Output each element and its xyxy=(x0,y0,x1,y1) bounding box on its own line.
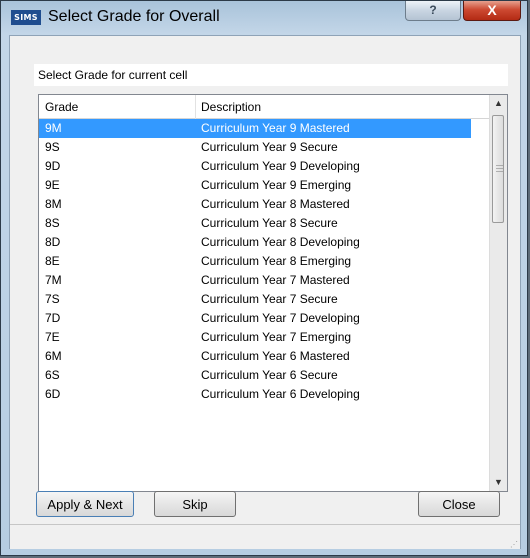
list-header: Grade Description xyxy=(39,95,489,119)
close-button[interactable]: Close xyxy=(418,491,500,517)
description-cell: Curriculum Year 8 Emerging xyxy=(201,254,352,268)
grade-cell: 8M xyxy=(45,197,62,211)
list-rows: 9M Curriculum Year 9 Mastered 9S Curriculum… xyxy=(39,119,489,491)
thumb-grip-icon: — — — xyxy=(496,162,503,175)
grade-cell: 8E xyxy=(45,254,60,268)
grade-cell: 7D xyxy=(45,311,61,325)
description-cell: Curriculum Year 9 Mastered xyxy=(201,121,350,135)
list-row[interactable]: 6D Curriculum Year 6 Developing xyxy=(39,385,489,404)
list-row[interactable]: 8D Curriculum Year 8 Developing xyxy=(39,233,489,252)
grade-cell: 8S xyxy=(45,216,60,230)
grade-cell: 9D xyxy=(45,159,61,173)
status-bar: ⋰ xyxy=(10,524,520,549)
description-cell: Curriculum Year 8 Secure xyxy=(201,216,338,230)
grade-cell: 9S xyxy=(45,140,60,154)
description-cell: Curriculum Year 6 Developing xyxy=(201,387,360,401)
column-header-grade[interactable]: Grade xyxy=(45,100,78,114)
grade-cell: 6M xyxy=(45,349,62,363)
list-row[interactable]: 7E Curriculum Year 7 Emerging xyxy=(39,328,489,347)
description-cell: Curriculum Year 6 Mastered xyxy=(201,349,350,363)
list-row[interactable]: 8M Curriculum Year 8 Mastered xyxy=(39,195,489,214)
vertical-scrollbar[interactable]: ▲ — — — ▼ xyxy=(489,95,507,491)
description-cell: Curriculum Year 8 Mastered xyxy=(201,197,350,211)
description-cell: Curriculum Year 6 Secure xyxy=(201,368,338,382)
description-cell: Curriculum Year 7 Mastered xyxy=(201,273,350,287)
skip-button[interactable]: Skip xyxy=(154,491,236,517)
column-header-description[interactable]: Description xyxy=(201,100,261,114)
list-row[interactable]: 6M Curriculum Year 6 Mastered xyxy=(39,347,489,366)
list-row[interactable]: 9E Curriculum Year 9 Emerging xyxy=(39,176,489,195)
list-row[interactable]: 7D Curriculum Year 7 Developing xyxy=(39,309,489,328)
description-cell: Curriculum Year 8 Developing xyxy=(201,235,360,249)
scroll-down-arrow-icon[interactable]: ▼ xyxy=(490,474,507,491)
dialog-subtitle: Select Grade for current cell xyxy=(34,64,508,86)
resize-grip-icon[interactable]: ⋰ xyxy=(510,541,518,549)
list-row[interactable]: 7M Curriculum Year 7 Mastered xyxy=(39,271,489,290)
scroll-up-arrow-icon[interactable]: ▲ xyxy=(490,95,507,112)
window-title: Select Grade for Overall xyxy=(48,8,220,25)
grade-cell: 6S xyxy=(45,368,60,382)
description-cell: Curriculum Year 7 Emerging xyxy=(201,330,352,344)
list-row[interactable]: 8E Curriculum Year 8 Emerging xyxy=(39,252,489,271)
dialog-client-area: Select Grade for current cell Grade Desc… xyxy=(9,35,521,549)
list-row[interactable]: 9D Curriculum Year 9 Developing xyxy=(39,157,489,176)
description-cell: Curriculum Year 9 Developing xyxy=(201,159,360,173)
list-row[interactable]: 9M Curriculum Year 9 Mastered xyxy=(39,119,471,138)
grade-cell: 8D xyxy=(45,235,61,249)
list-row[interactable]: 9S Curriculum Year 9 Secure xyxy=(39,138,489,157)
grade-cell: 7M xyxy=(45,273,62,287)
grade-list[interactable]: Grade Description 9M Curriculum Year 9 Ma… xyxy=(38,94,508,492)
column-separator[interactable] xyxy=(195,95,196,119)
list-row[interactable]: 7S Curriculum Year 7 Secure xyxy=(39,290,489,309)
description-cell: Curriculum Year 9 Emerging xyxy=(201,178,352,192)
description-cell: Curriculum Year 7 Developing xyxy=(201,311,360,325)
sims-app-icon: SIMS xyxy=(11,10,41,25)
scrollbar-thumb[interactable]: — — — xyxy=(492,115,504,223)
description-cell: Curriculum Year 9 Secure xyxy=(201,140,338,154)
grade-cell: 7S xyxy=(45,292,60,306)
grade-cell: 9E xyxy=(45,178,60,192)
list-row[interactable]: 8S Curriculum Year 8 Secure xyxy=(39,214,489,233)
grade-cell: 9M xyxy=(45,121,62,135)
dialog-window: SIMS Select Grade for Overall ? X Select… xyxy=(0,0,528,556)
title-bar[interactable]: SIMS Select Grade for Overall ? X xyxy=(1,1,527,35)
list-row[interactable]: 6S Curriculum Year 6 Secure xyxy=(39,366,489,385)
window-close-button[interactable]: X xyxy=(463,1,521,21)
grade-cell: 7E xyxy=(45,330,60,344)
apply-next-button[interactable]: Apply & Next xyxy=(36,491,134,517)
grade-cell: 6D xyxy=(45,387,61,401)
description-cell: Curriculum Year 7 Secure xyxy=(201,292,338,306)
help-button[interactable]: ? xyxy=(405,1,461,21)
